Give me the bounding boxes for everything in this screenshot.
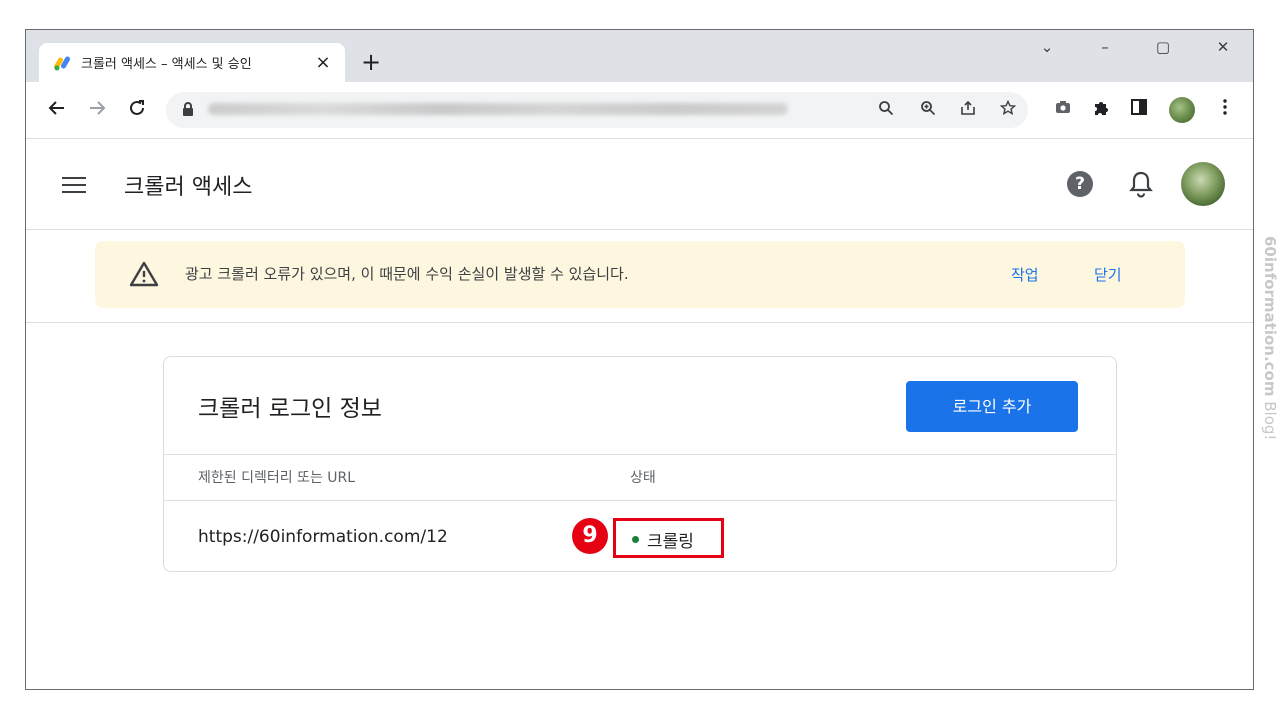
divider — [164, 454, 1116, 455]
browser-window: 크롤러 액세스 – 액세스 및 승인 × + ⌄ – ▢ ✕ 크롤러 액세스 ?… — [25, 29, 1254, 690]
minimize-button[interactable]: – — [1090, 38, 1120, 56]
crawler-login-card: 크롤러 로그인 정보 로그인 추가 제한된 디렉터리 또는 URL 상태 htt… — [163, 356, 1117, 572]
tab-search-button[interactable]: ⌄ — [1032, 38, 1062, 56]
card-title: 크롤러 로그인 정보 — [198, 396, 382, 422]
address-bar[interactable] — [166, 92, 1028, 128]
maximize-button[interactable]: ▢ — [1148, 38, 1178, 56]
banner-area: 광고 크롤러 오류가 있으며, 이 때문에 수익 손실이 발생할 수 있습니다.… — [26, 230, 1253, 323]
table-row-url: https://60information.com/12 — [198, 527, 448, 547]
profile-avatar[interactable] — [1169, 97, 1195, 123]
watermark-light: Blog! — [1261, 396, 1279, 441]
close-window-button[interactable]: ✕ — [1208, 38, 1238, 56]
status-dot-icon — [632, 536, 639, 543]
side-panel-icon[interactable] — [1127, 99, 1151, 120]
status-highlight-box: 크롤링 — [613, 518, 724, 558]
divider — [164, 500, 1116, 501]
banner-dismiss-link[interactable]: 닫기 — [1094, 264, 1122, 285]
share-icon[interactable] — [957, 100, 979, 120]
watermark-bold: 60information.com — [1261, 236, 1279, 397]
browser-tab[interactable]: 크롤러 액세스 – 액세스 및 승인 × — [39, 43, 345, 82]
star-icon[interactable] — [997, 99, 1019, 120]
menu-icon[interactable] — [62, 177, 86, 193]
warning-banner: 광고 크롤러 오류가 있으며, 이 때문에 수익 손실이 발생할 수 있습니다.… — [95, 241, 1185, 308]
reload-icon[interactable] — [123, 98, 151, 122]
avatar[interactable] — [1181, 162, 1225, 206]
bell-icon[interactable] — [1128, 169, 1154, 199]
tab-title: 크롤러 액세스 – 액세스 및 승인 — [81, 57, 252, 72]
warning-icon — [129, 261, 159, 287]
column-header-url: 제한된 디렉터리 또는 URL — [198, 470, 356, 486]
page-title: 크롤러 액세스 — [124, 175, 253, 200]
lock-icon[interactable] — [182, 101, 194, 117]
zoom-icon[interactable] — [917, 100, 939, 120]
add-login-button[interactable]: 로그인 추가 — [906, 381, 1078, 432]
banner-action-link[interactable]: 작업 — [1011, 264, 1039, 285]
new-tab-button[interactable]: + — [356, 48, 386, 76]
adsense-favicon-icon — [53, 55, 73, 71]
app-header: 크롤러 액세스 ? — [26, 139, 1253, 230]
status-text: 크롤링 — [647, 532, 694, 552]
url-text-blurred — [208, 103, 788, 115]
tab-strip: 크롤러 액세스 – 액세스 및 승인 × + ⌄ – ▢ ✕ — [26, 30, 1253, 82]
column-header-status: 상태 — [630, 470, 656, 486]
puzzle-icon[interactable] — [1089, 99, 1113, 122]
side-watermark: 60information.com Blog! — [1257, 236, 1279, 482]
camera-icon[interactable] — [1051, 99, 1075, 119]
browser-toolbar — [26, 82, 1253, 139]
search-icon[interactable] — [875, 100, 897, 120]
back-arrow-icon[interactable] — [43, 98, 71, 122]
step-number-badge: 9 — [572, 518, 608, 554]
help-icon[interactable]: ? — [1067, 171, 1093, 197]
more-vert-icon[interactable] — [1213, 99, 1237, 120]
tab-close-icon[interactable]: × — [310, 52, 336, 73]
forward-arrow-icon[interactable] — [83, 98, 111, 122]
banner-message: 광고 크롤러 오류가 있으며, 이 때문에 수익 손실이 발생할 수 있습니다. — [185, 265, 629, 283]
